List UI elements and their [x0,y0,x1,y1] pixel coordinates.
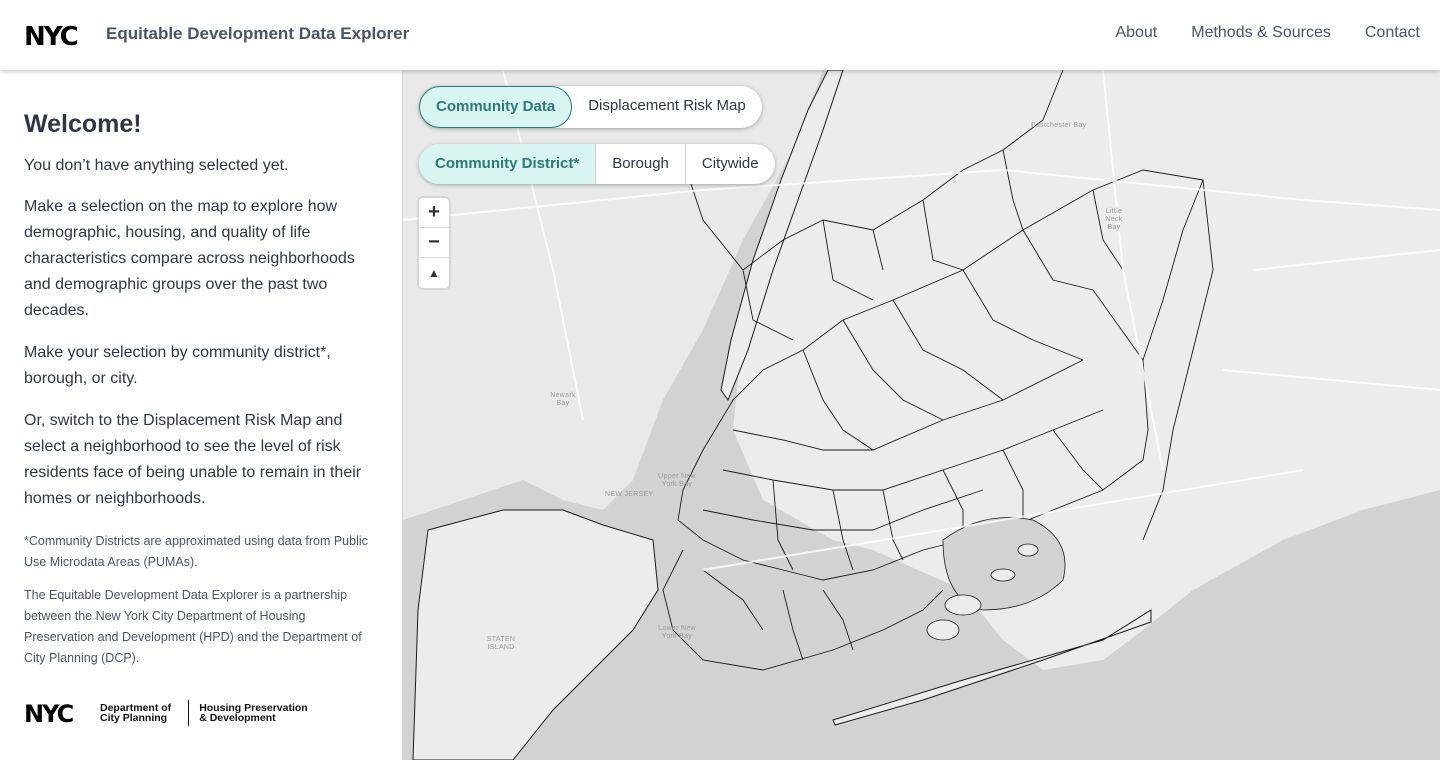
tab-community-data[interactable]: Community Data [419,86,573,128]
map-mode-toggle: Community Data Displacement Risk Map [419,86,762,128]
nyc-logo[interactable]: NYC [24,23,90,47]
label-little-neck-bay: Little Neck Bay [1105,208,1123,231]
nav-methods-sources[interactable]: Methods & Sources [1191,24,1331,42]
geo-community-district[interactable]: Community District* [419,144,596,184]
welcome-heading: Welcome! [24,110,142,138]
tab-displacement-risk-map[interactable]: Displacement Risk Map [572,86,762,128]
partner-logos: NYC Department of City Planning Housing … [24,700,308,726]
logo-divider [188,700,190,726]
compass-icon[interactable]: ▲ [419,258,449,288]
label-newark-bay: Newark Bay [550,392,576,407]
instructions-text: Make a selection on the map to explore h… [24,198,355,319]
label-lower-ny-bay: Lower New York Bay [658,625,696,640]
svg-text:NYC: NYC [24,23,78,47]
nav-about[interactable]: About [1115,24,1157,42]
sidebar: Welcome! You don’t have anything selecte… [0,70,403,760]
zoom-in-button[interactable]: + [419,198,449,228]
displacement-hint-text: Or, switch to the Displacement Risk Map … [24,412,362,507]
geo-citywide[interactable]: Citywide [684,144,775,184]
map-canvas[interactable]: Eastchester Bay Little Neck Bay Newark B… [403,70,1440,760]
nyc-logo-small: NYC [24,701,76,725]
zoom-out-button[interactable]: − [419,228,449,258]
app-title[interactable]: Equitable Development Data Explorer [106,24,409,44]
partnership-note: The Equitable Development Data Explorer … [24,588,362,665]
geography-selector: Community District* Borough Citywide [419,144,775,184]
svg-text:NYC: NYC [24,701,74,725]
pumas-footnote: *Community Districts are approximated us… [24,534,368,569]
selection-hint-text: Make your selection by community distric… [24,344,331,387]
label-new-jersey: NEW JERSEY [605,491,654,498]
zoom-controls: + − ▲ [419,198,449,288]
label-eastchester-bay: Eastchester Bay [1031,122,1087,129]
top-nav: About Methods & Sources Contact [1081,24,1420,42]
hpd-logo-text: Housing Preservation & Development [199,702,308,724]
geo-borough[interactable]: Borough [595,144,685,184]
no-selection-text: You don’t have anything selected yet. [24,157,289,174]
dcp-logo-text: Department of City Planning [100,702,172,724]
top-header: NYC Equitable Development Data Explorer … [0,0,1440,70]
nav-contact[interactable]: Contact [1365,24,1420,42]
label-upper-ny-bay: Upper New York Bay [658,473,696,488]
label-staten-island: STATEN ISLAND [486,636,516,651]
